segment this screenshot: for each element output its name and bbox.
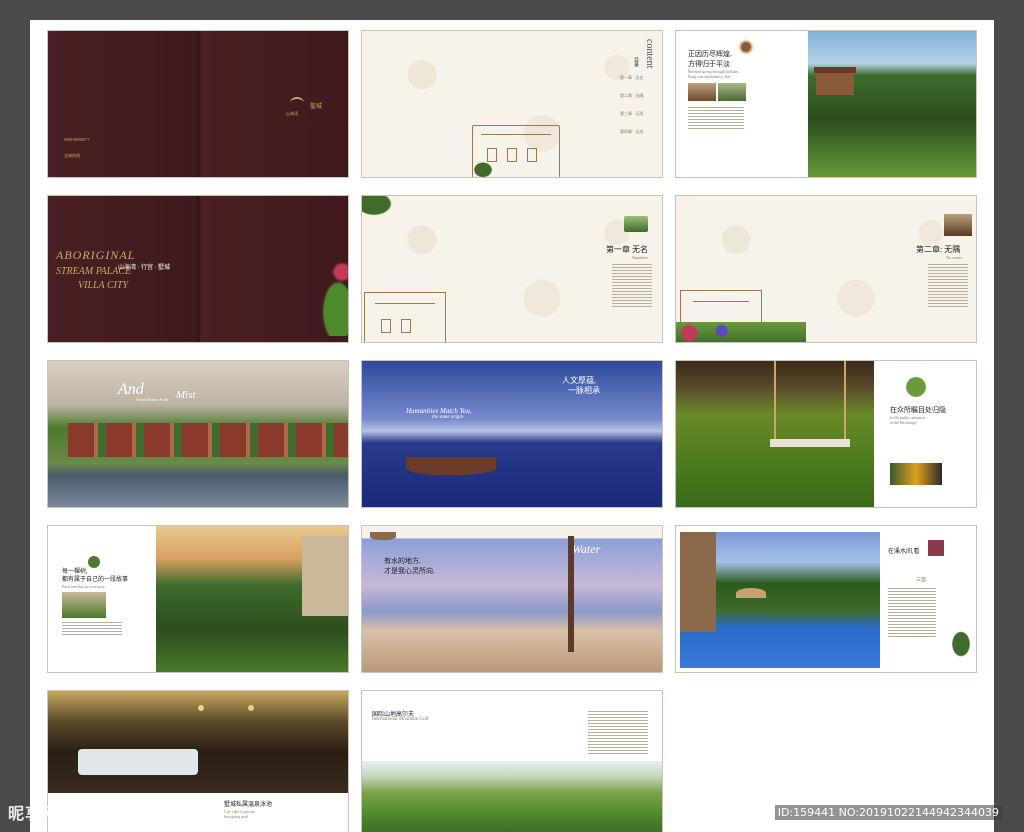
- chapter2-en: No corner: [946, 255, 963, 260]
- title-cn: 山海湾 · 行宫 · 墅城: [118, 265, 170, 271]
- spread-title: ABORIGINAL STREAM PALACE VILLA CITY 山海湾 …: [47, 195, 349, 343]
- tree-en: Each tree has its own story: [62, 584, 105, 589]
- boat-icon: [370, 532, 396, 540]
- beach-heading-2: 才是我心灵所向.: [384, 567, 435, 575]
- spread-lake: And Ocean Beauty & the Mist: [47, 360, 349, 508]
- body-text: [688, 107, 744, 129]
- toc-item: 第三章 · 无形: [620, 111, 644, 116]
- watermark-url: www.nipic.com: [65, 809, 162, 822]
- spread-beach: 有水的地方, 才是我心灵所向. Water: [361, 525, 663, 673]
- ornament-icon: [738, 39, 754, 55]
- chapter1-en: Nameless: [632, 255, 648, 260]
- swing-heading: 在众所瞩目处归隐: [890, 406, 946, 414]
- boat-script: Humanities Match You,: [406, 407, 472, 415]
- intro-heading-2: 方得归于平淡: [688, 60, 730, 68]
- palm-accent: [470, 159, 496, 177]
- spread-swing: 在众所瞩目处归隐 In the public attention at the …: [675, 360, 977, 508]
- spread-boat: 人文厚蕴, 一脉相承 Humanities Match You, the sam…: [361, 360, 663, 508]
- spa-heading: 墅城私属温泉泳池: [224, 802, 273, 808]
- title-en-1: ABORIGINAL: [56, 248, 136, 262]
- cover-logo-right: 聖城: [310, 104, 323, 110]
- spa-en-2: hot spring pool: [224, 814, 249, 819]
- beach-heading-1: 有水的地方,: [384, 557, 421, 565]
- title-en-3: VILLA CITY: [78, 280, 129, 291]
- forest-villa-photo: [808, 31, 976, 177]
- pool-heading: 在溪水间,看: [888, 549, 920, 555]
- swing-photo: [676, 361, 874, 507]
- spread-tree: 每一棵树, 都有属于自己的一段故事 Each tree has its own …: [47, 525, 349, 673]
- spread-intro: 正因历尽辉煌, 方得归于平淡 Because going through bri…: [675, 30, 977, 178]
- toucan-photo: [890, 463, 942, 485]
- flower-photo: [896, 375, 936, 399]
- watermark-logo: 昵享网 www.nipic.com: [8, 800, 161, 824]
- spread-chapter2: 第二章: 无隅 No corner: [675, 195, 977, 343]
- body-text: [888, 588, 936, 638]
- spread-pool: 在溪水间,看 三亚: [675, 525, 977, 673]
- body-text: [588, 711, 648, 755]
- brochure-sheet: 山海湾 聖城 0898-88888877 全城热线 content 目录 第一章…: [30, 20, 994, 832]
- boat-heading-2: 一脉相承: [568, 386, 600, 395]
- flower-bed: [676, 322, 806, 342]
- leaf-accent: [948, 626, 974, 662]
- body-text: [612, 264, 652, 308]
- boat-script-2: the same origin: [432, 415, 464, 420]
- chapter-photo: [944, 214, 972, 236]
- pool-sub: 三亚: [916, 578, 927, 583]
- thumb-photo: [62, 592, 106, 618]
- intro-sub-2: Pang was attributed to flat: [688, 74, 730, 79]
- pool-photo: [680, 532, 880, 668]
- watermark-left-text: 昵享网: [8, 804, 60, 823]
- leaf-accent: [362, 196, 402, 222]
- cover-address: 全城热线: [64, 153, 80, 158]
- villa-row: [68, 423, 348, 457]
- golf-course-photo: [362, 761, 662, 832]
- lake-sub-2: Mist: [176, 389, 196, 401]
- toc-title-cn: 目录: [633, 57, 638, 67]
- cover-logo-mark: [290, 97, 304, 109]
- body-text: [62, 622, 122, 636]
- cover-logo-left: 山海湾: [286, 111, 298, 116]
- body-text: [928, 264, 968, 308]
- tree-heading-2: 都有属于自己的一段故事: [62, 577, 129, 583]
- tree-icon: [88, 556, 100, 568]
- toc-item: 第一章 · 无名: [620, 75, 644, 80]
- spa-photo: [48, 691, 348, 793]
- flower-accent: [310, 256, 348, 336]
- spread-cover: 山海湾 聖城 0898-88888877 全城热线: [47, 30, 349, 178]
- ornament-icon: [928, 540, 944, 556]
- spread-contents: content 目录 第一章 · 无名 第二章 · 无隅 第三章 · 无形 第四…: [361, 30, 663, 178]
- villa-line-drawing: [680, 290, 762, 325]
- chapter1-title: 第一章 无名: [606, 245, 648, 254]
- swing-en-2: at the Hermitage: [890, 420, 917, 425]
- boat: [406, 457, 496, 475]
- spread-chapter1: 第一章 无名 Nameless: [361, 195, 663, 343]
- thumb-photo: [718, 83, 746, 101]
- spread-golf: 国际山地高尔夫 International Mountain Golf: [361, 690, 663, 832]
- watermark-id: ID:159441 NO:20191022144942344039: [774, 805, 1002, 820]
- chapter2-title: 第二章: 无隅: [916, 245, 961, 254]
- intro-heading-1: 正因历尽辉煌,: [688, 50, 732, 58]
- cover-tel: 0898-88888877: [64, 137, 90, 142]
- palm-tree: [568, 536, 574, 652]
- beach-en: Water: [572, 542, 601, 556]
- toc-item: 第二章 · 无隅: [620, 93, 644, 98]
- toc-title: content: [644, 39, 655, 69]
- garden-villa-photo: [156, 526, 348, 672]
- toc-item: 第四章 · 无成: [620, 129, 644, 134]
- chapter-photo: [624, 216, 648, 232]
- lake-sub-1: Ocean Beauty & the: [136, 397, 169, 402]
- thumb-photo: [688, 83, 716, 101]
- villa-line-drawing: [364, 292, 446, 342]
- golf-en: International Mountain Golf: [372, 717, 429, 722]
